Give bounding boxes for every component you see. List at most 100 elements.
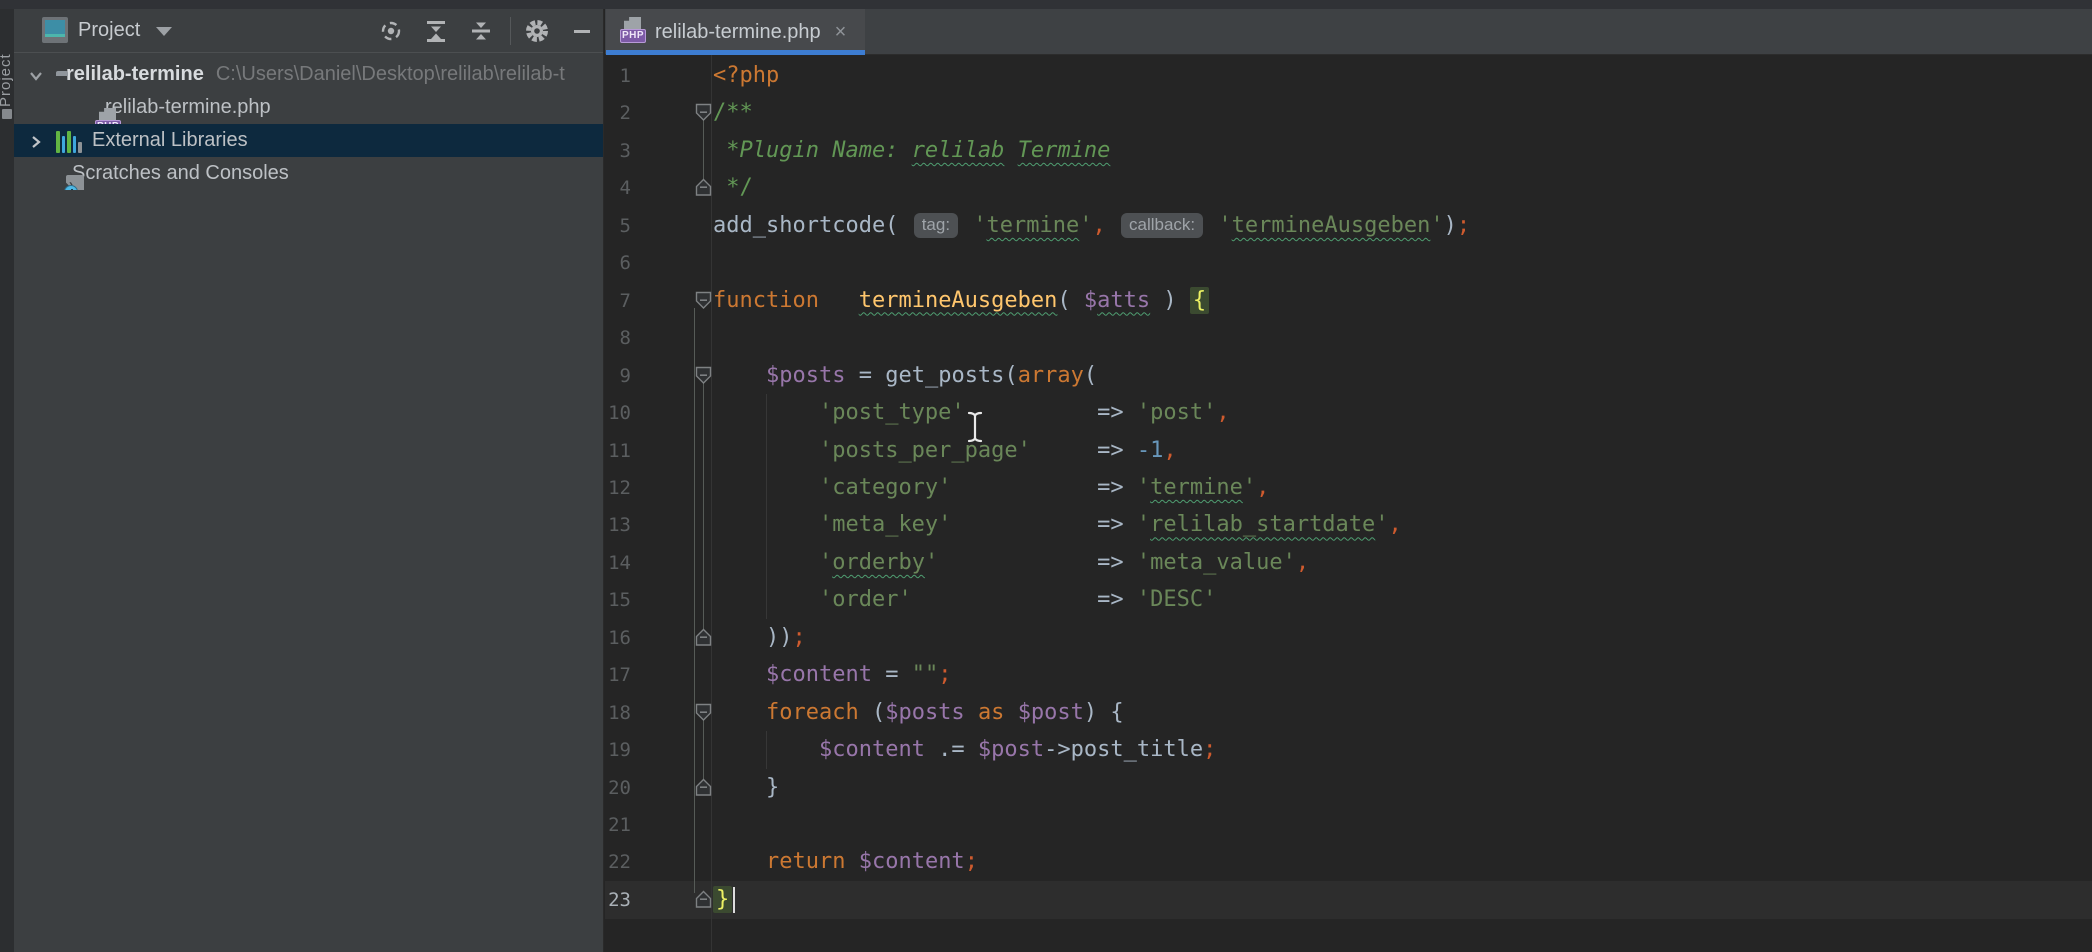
line-number[interactable]: 13	[605, 506, 631, 544]
code-line[interactable]: }	[713, 881, 732, 919]
code-token	[713, 700, 766, 725]
line-number[interactable]: 1	[605, 57, 631, 95]
line-number[interactable]: 14	[605, 544, 631, 582]
code-token	[1004, 138, 1017, 163]
fold-collapse-icon[interactable]	[695, 703, 712, 722]
fold-connector	[703, 720, 704, 781]
code-line[interactable]: 'posts_per_page' => -1,	[713, 432, 1177, 470]
line-number[interactable]: 6	[605, 244, 631, 282]
line-number[interactable]: 16	[605, 619, 631, 657]
fold-collapse-icon[interactable]	[695, 366, 712, 385]
close-icon[interactable]: ×	[835, 21, 847, 44]
gear-icon[interactable]	[522, 16, 552, 46]
fold-end-icon[interactable]	[695, 778, 712, 797]
code-line[interactable]: }	[713, 769, 779, 807]
line-number[interactable]: 5	[605, 207, 631, 245]
line-number[interactable]: 2	[605, 94, 631, 132]
code-token: ,	[1216, 400, 1229, 425]
code-token: }	[713, 886, 732, 913]
code-line[interactable]: */	[713, 169, 753, 207]
code-line[interactable]: 'orderby' => 'meta_value',	[713, 544, 1309, 582]
line-number[interactable]: 18	[605, 694, 631, 732]
code-line[interactable]: 'meta_key' => 'relilab_startdate',	[713, 506, 1402, 544]
fold-collapse-icon[interactable]	[695, 103, 712, 122]
tree-item-external-libraries[interactable]: External Libraries	[14, 124, 604, 157]
code-token: ,	[1163, 438, 1176, 463]
code-token: termineAusgeben	[859, 288, 1058, 313]
code-token: termineAusgeben	[1232, 213, 1431, 238]
code-token: relilab	[912, 138, 1005, 163]
code-line[interactable]: <?php	[713, 57, 779, 95]
fold-end-icon[interactable]	[695, 628, 712, 647]
code-line[interactable]: foreach ($posts as $post) {	[713, 694, 1124, 732]
code-token: ,	[1256, 475, 1269, 500]
locate-file-icon[interactable]	[376, 16, 406, 46]
chevron-down-icon[interactable]	[28, 68, 42, 82]
code-line[interactable]: 'order' => 'DESC'	[713, 581, 1216, 619]
expand-all-icon[interactable]	[421, 16, 451, 46]
fold-collapse-icon[interactable]	[695, 291, 712, 310]
tree-item-label: relilab-termine	[66, 63, 204, 86]
code-line[interactable]: /**	[713, 94, 753, 132]
line-number[interactable]: 12	[605, 469, 631, 507]
code-token: ""	[912, 662, 939, 687]
tree-item-php-file[interactable]: PHP relilab-termine.php	[14, 91, 604, 124]
code-line[interactable]: $content = "";	[713, 656, 951, 694]
line-number[interactable]: 22	[605, 843, 631, 881]
code-line[interactable]: *Plugin Name: relilab Termine	[713, 132, 1110, 170]
code-token: ,	[1296, 550, 1309, 575]
code-editor[interactable]: 1234567891011121314151617181920212223 <?…	[605, 55, 2092, 952]
parameter-hint: callback:	[1121, 213, 1203, 238]
chevron-down-icon[interactable]	[156, 27, 172, 36]
code-line[interactable]: return $content;	[713, 843, 978, 881]
code-token: (	[1084, 363, 1097, 388]
code-token: ,	[1389, 512, 1402, 537]
hide-panel-icon[interactable]	[567, 16, 597, 46]
tree-item-scratches[interactable]: › Scratches and Consoles	[14, 157, 604, 190]
project-panel-title[interactable]: Project	[78, 19, 140, 42]
line-number[interactable]: 23	[605, 881, 631, 919]
line-number[interactable]: 21	[605, 806, 631, 844]
code-line[interactable]: $posts = get_posts(array(	[713, 357, 1097, 395]
php-file-icon: PHP	[620, 17, 646, 48]
collapse-all-icon[interactable]	[466, 16, 496, 46]
line-number[interactable]: 17	[605, 656, 631, 694]
line-number[interactable]: 8	[605, 319, 631, 357]
line-number[interactable]: 15	[605, 581, 631, 619]
line-number[interactable]: 11	[605, 432, 631, 470]
chevron-right-icon[interactable]	[28, 134, 42, 148]
code-token	[1004, 700, 1017, 725]
code-token: array	[1018, 363, 1084, 388]
fold-end-icon[interactable]	[695, 890, 712, 909]
tool-window-stripe: Project	[0, 9, 14, 952]
code-token: '	[1243, 475, 1256, 500]
code-token: =>	[1097, 587, 1137, 612]
line-number[interactable]: 9	[605, 357, 631, 395]
code-line[interactable]: function termineAusgeben( $atts ) {	[713, 282, 1209, 320]
code-line[interactable]: 'category' => 'termine',	[713, 469, 1269, 507]
code-token: /**	[713, 100, 753, 125]
code-token: ) {	[1084, 700, 1124, 725]
line-number[interactable]: 10	[605, 394, 631, 432]
tree-item-path: C:\Users\Daniel\Desktop\relilab\relilab-…	[216, 63, 565, 86]
line-number[interactable]: 20	[605, 769, 631, 807]
code-line[interactable]: $content .= $post->post_title;	[713, 731, 1216, 769]
code-line[interactable]: add_shortcode( tag: 'termine', callback:…	[713, 207, 1470, 245]
code-token: get_posts	[885, 363, 1004, 388]
code-line[interactable]: ));	[713, 619, 806, 657]
fold-end-icon[interactable]	[695, 178, 712, 197]
line-number[interactable]: 7	[605, 282, 631, 320]
project-view-icon[interactable]	[42, 17, 68, 43]
code-token: (	[1004, 363, 1017, 388]
code-token: ;	[1203, 737, 1216, 762]
stripe-tool-icon[interactable]	[2, 109, 12, 119]
line-number[interactable]: 4	[605, 169, 631, 207]
line-number[interactable]: 3	[605, 132, 631, 170]
code-token: termine	[987, 213, 1080, 238]
fold-connector	[703, 120, 704, 181]
code-token: 'DESC'	[1137, 587, 1216, 612]
line-number[interactable]: 19	[605, 731, 631, 769]
header-separator	[14, 52, 604, 53]
tab-relilab-termine-php[interactable]: PHP relilab-termine.php ×	[606, 9, 865, 55]
tree-item-project-root[interactable]: relilab-termine C:\Users\Daniel\Desktop\…	[14, 58, 604, 91]
